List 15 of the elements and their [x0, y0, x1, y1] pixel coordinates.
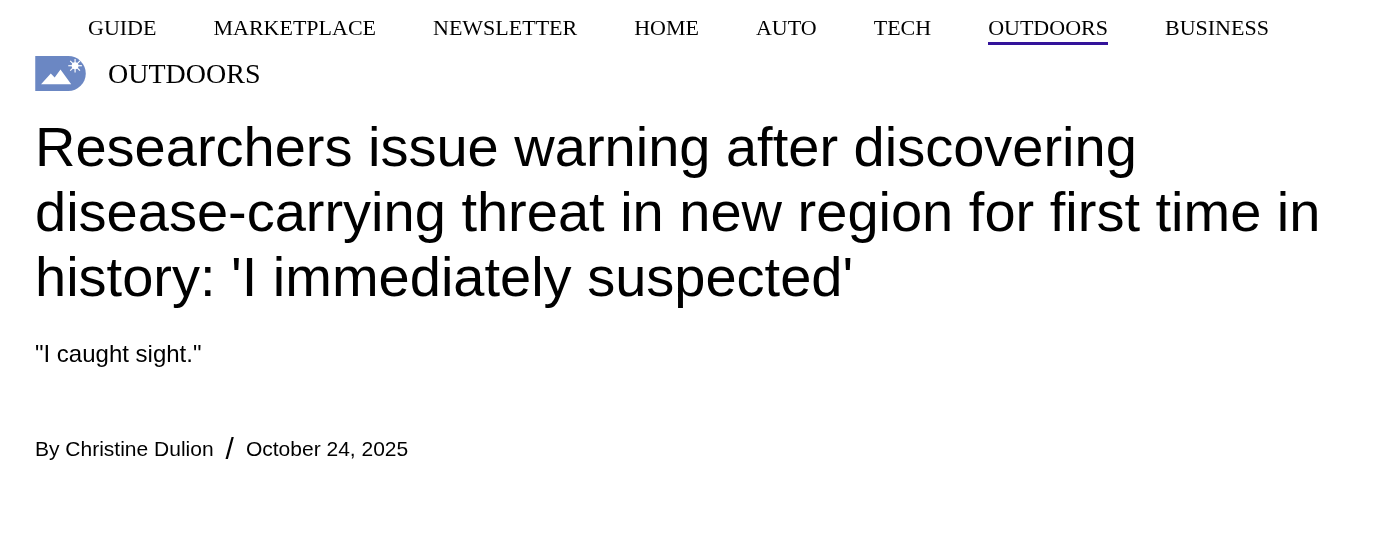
- nav-link[interactable]: OUTDOORS: [988, 15, 1108, 45]
- nav-link[interactable]: NEWSLETTER: [433, 15, 578, 45]
- author-name: By Christine Dulion: [35, 437, 214, 461]
- headline: Researchers issue warning after discovering disease-carrying threat in new region for first time in history: 'I immediately suspected': [35, 114, 1322, 309]
- publish-date: October 24, 2025: [245, 437, 409, 461]
- subtitle: "I caught sight.": [35, 340, 203, 368]
- separator-slash: /: [225, 434, 234, 464]
- nav-link[interactable]: TECH: [873, 15, 932, 45]
- nav-link[interactable]: GUIDE: [88, 15, 157, 45]
- nav-link[interactable]: BUSINESS: [1164, 15, 1269, 45]
- section-label: OUTDOORS: [108, 57, 261, 90]
- nav-link[interactable]: HOME: [634, 15, 699, 45]
- nav-link[interactable]: AUTO: [756, 15, 817, 45]
- mountain-logo-icon: [35, 56, 86, 91]
- nav-link[interactable]: MARKETPLACE: [213, 15, 376, 45]
